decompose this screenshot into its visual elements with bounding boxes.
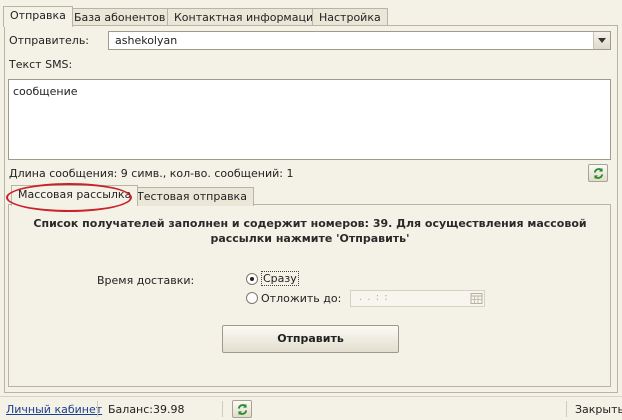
sender-label: Отправитель: [9,34,90,47]
message-length-info: Длина сообщения: 9 симв., кол-во. сообще… [9,167,294,180]
delivery-now-text: Сразу [261,271,299,286]
tab-contact-info[interactable]: Контактная информация [167,8,327,26]
divider [566,401,567,417]
divider [97,401,98,417]
divider [222,401,223,417]
delivery-time-label: Время доставки: [97,274,195,287]
sender-value: ashekolyan [115,34,178,47]
delivery-now-radio[interactable] [246,273,258,285]
sms-text-label: Текст SMS: [9,58,73,71]
status-bar: Личный кабинет Баланс: 39.98 Закрыть [0,396,622,420]
sender-select[interactable]: ashekolyan [108,31,611,50]
send-button[interactable]: Отправить [222,325,399,353]
delay-datetime-input[interactable]: . . : : [350,290,485,307]
close-button[interactable]: Закрыть [575,403,622,416]
calendar-icon[interactable] [470,292,483,305]
delivery-now-label[interactable]: Сразу [261,271,299,286]
tab-settings[interactable]: Настройка [312,8,388,26]
tab-send[interactable]: Отправка [3,6,73,27]
delivery-delay-label[interactable]: Отложить до: [261,292,341,305]
chevron-down-icon[interactable] [593,32,610,49]
account-link[interactable]: Личный кабинет [6,403,102,416]
sms-text-input[interactable]: сообщение [8,79,611,160]
tab-mass-send[interactable]: Массовая рассылка [11,185,139,206]
datetime-placeholder: . . : : [359,292,389,303]
refresh-length-button[interactable] [588,164,608,182]
refresh-balance-button[interactable] [232,400,252,418]
balance-label: Баланс: [108,403,154,416]
refresh-icon [593,167,604,180]
tab-subscribers[interactable]: База абонентов [67,8,173,26]
main-tab-bar: Отправка База абонентов Контактная инфор… [0,6,622,27]
tab-test-send[interactable]: Тестовая отправка [130,187,254,206]
delivery-delay-radio[interactable] [246,292,258,304]
recipients-notice: Список получателей заполнен и содержит н… [33,217,587,245]
balance-value: 39.98 [153,403,185,416]
refresh-icon [237,403,248,416]
